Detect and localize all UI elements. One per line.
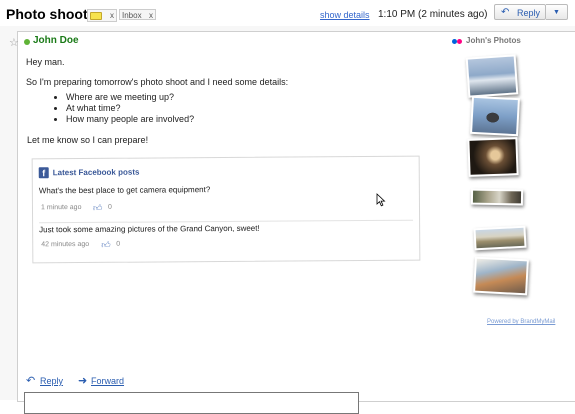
footer-forward-link[interactable]: Forward — [91, 376, 124, 386]
photo-thumbnail[interactable] — [470, 95, 520, 137]
inbox-label: Inbox — [122, 11, 142, 20]
post-divider — [39, 219, 414, 224]
photo-thumbnail[interactable] — [470, 188, 524, 206]
list-item: How many people are involved? — [66, 114, 194, 125]
mouse-cursor-icon — [376, 193, 386, 207]
sender-name[interactable]: John Doe — [33, 35, 79, 46]
label-tag[interactable]: x — [87, 9, 117, 22]
label-icon — [90, 12, 102, 20]
photo-thumbnail[interactable] — [473, 225, 527, 251]
reply-arrow-icon: ↶ — [501, 7, 510, 18]
photo-thumbnail[interactable] — [473, 256, 529, 296]
intro-text: So I'm preparing tomorrow's photo shoot … — [26, 77, 289, 87]
photo-thumbnail[interactable] — [465, 54, 519, 98]
subject-title: Photo shoot — [6, 6, 88, 22]
show-details-link[interactable]: show details — [320, 10, 370, 20]
photos-title: John's Photos — [466, 36, 521, 45]
reply-button-label: Reply — [517, 8, 541, 18]
facebook-post-text: What's the best place to get camera equi… — [38, 185, 211, 196]
remove-label-button[interactable]: x — [110, 10, 114, 21]
question-list: Where are we meeting up? At what time? H… — [52, 92, 194, 125]
powered-by-link[interactable]: Powered by BrandMyMail — [487, 319, 555, 325]
like-count: 0 — [107, 203, 112, 211]
message-timestamp: 1:10 PM (2 minutes ago) — [378, 9, 488, 20]
facebook-icon: f — [38, 167, 49, 179]
like-count: 0 — [116, 240, 121, 248]
remove-inbox-button[interactable]: x — [149, 10, 153, 21]
forward-arrow-icon: ➜ — [78, 375, 88, 387]
photo-thumbnail[interactable] — [467, 137, 519, 177]
list-item: Where are we meeting up? — [66, 92, 194, 103]
facebook-post-text: Just took some amazing pictures of the G… — [39, 223, 260, 235]
greeting-text: Hey man. — [26, 57, 65, 67]
facebook-widget: f Latest Facebook posts What's the best … — [31, 155, 421, 264]
closing-text: Let me know so I can prepare! — [27, 135, 149, 145]
facebook-post-time: 42 minutes ago — [41, 240, 90, 249]
reply-arrow-icon: ↶ — [26, 375, 36, 387]
like-icon[interactable]: 👍︎ — [93, 203, 103, 213]
like-icon[interactable]: 👍︎ — [101, 240, 111, 250]
facebook-post-time: 1 minute ago — [40, 204, 82, 212]
list-item: At what time? — [66, 103, 194, 114]
inbox-tag[interactable]: Inbox x — [119, 9, 156, 20]
flickr-icon — [452, 39, 464, 45]
footer-reply-link[interactable]: Reply — [40, 376, 63, 386]
more-options-button[interactable]: ▼ — [546, 4, 568, 20]
quick-reply-box[interactable] — [24, 392, 359, 414]
star-icon[interactable]: ☆ — [9, 36, 19, 49]
online-status-icon — [24, 39, 30, 45]
reply-button[interactable]: ↶ Reply — [494, 4, 546, 20]
facebook-widget-title[interactable]: Latest Facebook posts — [53, 168, 140, 178]
